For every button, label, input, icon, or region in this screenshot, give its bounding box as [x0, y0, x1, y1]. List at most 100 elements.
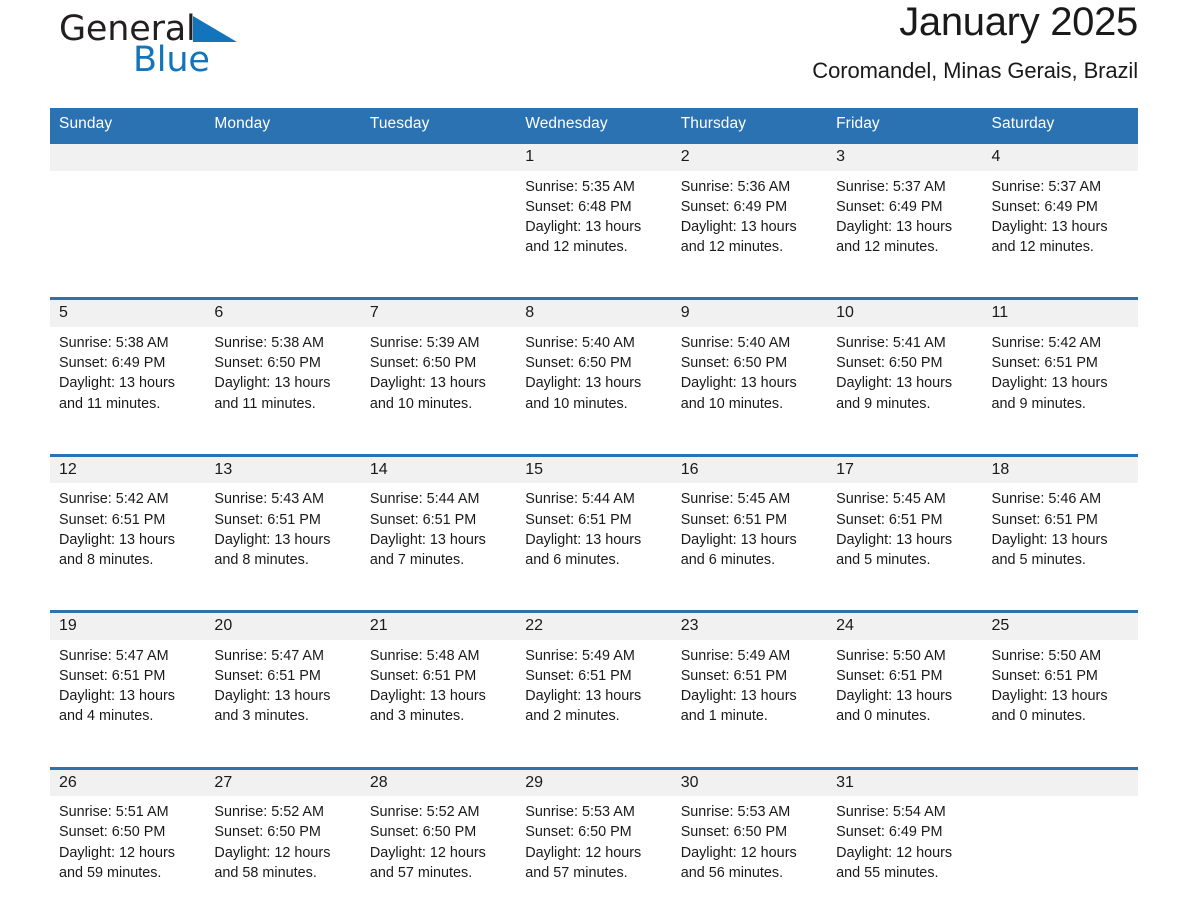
sunrise-text: Sunrise: 5:45 AM [680, 491, 791, 508]
daylight-text-line2: and 0 minutes. [991, 708, 1086, 725]
calendar-page: General Blue January 2025 Coromandel, Mi… [0, 0, 1188, 918]
calendar-day-cell[interactable]: 21 Sunrise: 5:48 AM Sunset: 6:51 PM Dayligh… [360, 610, 517, 739]
sunrise-text: Sunrise: 5:51 AM [59, 804, 169, 821]
day-details: Sunrise: 5:40 AM Sunset: 6:50 PM Daylight:… [516, 327, 671, 426]
sunset-text: Sunset: 6:51 PM [525, 511, 632, 528]
daylight-text-line1: Daylight: 13 hours [836, 688, 953, 705]
day-details: Sunrise: 5:35 AM Sunset: 6:48 PM Daylight:… [516, 171, 671, 270]
day-details: Sunrise: 5:53 AM Sunset: 6:50 PM Daylight:… [672, 796, 827, 895]
calendar-day-cell[interactable]: 18 Sunrise: 5:46 AM Sunset: 6:51 PM Dayligh… [982, 453, 1138, 583]
sunset-text: Sunset: 6:50 PM [214, 824, 321, 841]
calendar-day-cell[interactable]: 25 Sunrise: 5:50 AM Sunset: 6:51 PM Dayligh… [982, 610, 1138, 739]
daylight-text-line2: and 3 minutes. [214, 708, 309, 725]
daylight-text-line1: Daylight: 12 hours [59, 844, 175, 861]
daylight-text-line1: Daylight: 13 hours [525, 375, 642, 392]
sunset-text: Sunset: 6:51 PM [991, 511, 1098, 528]
sunrise-text: Sunrise: 5:41 AM [836, 335, 946, 351]
calendar-day-cell[interactable]: 27 Sunrise: 5:52 AM Sunset: 6:50 PM Dayligh… [205, 766, 361, 896]
calendar-week-row: 1 Sunrise: 5:35 AM Sunset: 6:48 PM Daylight… [50, 141, 1138, 270]
daylight-text-line2: and 56 minutes. [680, 864, 784, 881]
daylight-text-line2: and 10 minutes. [525, 395, 628, 412]
calendar-day-cell[interactable]: 17 Sunrise: 5:45 AM Sunset: 6:51 PM Dayligh… [827, 453, 983, 583]
sunrise-text: Sunrise: 5:35 AM [525, 178, 635, 195]
daylight-text-line2: and 6 minutes. [680, 552, 776, 569]
calendar-day-cell[interactable]: 8 Sunrise: 5:40 AM Sunset: 6:50 PM Daylight… [516, 297, 672, 426]
day-details: Sunrise: 5:52 AM Sunset: 6:50 PM Daylight:… [205, 796, 360, 895]
day-details: Sunrise: 5:46 AM Sunset: 6:51 PM Daylight:… [983, 483, 1138, 582]
sunrise-text: Sunrise: 5:49 AM [680, 647, 791, 664]
calendar-day-cell[interactable]: 14 Sunrise: 5:44 AM Sunset: 6:51 PM Dayligh… [360, 453, 517, 583]
day-number: 25 [982, 613, 1138, 640]
week-spacer-cell [50, 425, 1138, 456]
calendar-day-cell[interactable]: 22 Sunrise: 5:49 AM Sunset: 6:51 PM Dayligh… [516, 610, 672, 739]
sunset-text: Sunset: 6:50 PM [836, 355, 943, 372]
sunset-text: Sunset: 6:51 PM [836, 668, 943, 685]
day-details: Sunrise: 5:43 AM Sunset: 6:51 PM Daylight:… [205, 483, 360, 582]
daylight-text-line1: Daylight: 13 hours [214, 688, 331, 705]
daylight-text-line2: and 5 minutes. [991, 552, 1086, 569]
daylight-text-line1: Daylight: 13 hours [59, 375, 175, 392]
logo-text-general: General [59, 12, 237, 49]
calendar-day-cell[interactable]: 26 Sunrise: 5:51 AM Sunset: 6:50 PM Dayligh… [50, 766, 206, 896]
daylight-text-line1: Daylight: 13 hours [59, 688, 175, 705]
calendar-day-cell[interactable]: 4 Sunrise: 5:37 AM Sunset: 6:49 PM Daylight… [982, 141, 1138, 270]
calendar-day-cell[interactable]: 31 Sunrise: 5:54 AM Sunset: 6:49 PM Dayligh… [827, 766, 983, 896]
day-details: Sunrise: 5:42 AM Sunset: 6:51 PM Daylight:… [50, 483, 205, 582]
day-details: Sunrise: 5:37 AM Sunset: 6:49 PM Daylight:… [827, 171, 982, 270]
daylight-text-line2: and 6 minutes. [525, 552, 620, 569]
calendar-day-cell[interactable]: 1 Sunrise: 5:35 AM Sunset: 6:48 PM Daylight… [516, 141, 672, 270]
day-number: 19 [50, 613, 206, 640]
calendar-day-cell[interactable]: 19 Sunrise: 5:47 AM Sunset: 6:51 PM Dayligh… [50, 610, 206, 739]
day-details: Sunrise: 5:47 AM Sunset: 6:51 PM Daylight:… [205, 640, 360, 739]
calendar-day-cell[interactable]: 29 Sunrise: 5:53 AM Sunset: 6:50 PM Dayligh… [516, 766, 672, 896]
week-spacer [50, 425, 1138, 456]
calendar-day-cell[interactable]: 28 Sunrise: 5:52 AM Sunset: 6:50 PM Dayligh… [360, 766, 517, 896]
sunrise-text: Sunrise: 5:42 AM [59, 491, 169, 508]
sunrise-text: Sunrise: 5:38 AM [214, 335, 325, 351]
day-number: 22 [516, 613, 672, 640]
day-number: 15 [516, 456, 672, 484]
daylight-text-line1: Daylight: 13 hours [59, 531, 175, 548]
sunrise-text: Sunrise: 5:52 AM [369, 804, 480, 821]
calendar-day-cell[interactable]: 13 Sunrise: 5:43 AM Sunset: 6:51 PM Dayligh… [205, 453, 361, 583]
calendar-week-row: 12 Sunrise: 5:42 AM Sunset: 6:51 PM Dayligh… [50, 453, 1138, 583]
day-details: Sunrise: 5:45 AM Sunset: 6:51 PM Daylight:… [827, 483, 982, 582]
calendar-day-cell[interactable]: 24 Sunrise: 5:50 AM Sunset: 6:51 PM Dayligh… [827, 610, 983, 739]
daylight-text-line1: Daylight: 13 hours [680, 219, 797, 235]
calendar-day-cell[interactable]: 2 Sunrise: 5:36 AM Sunset: 6:49 PM Daylight… [671, 141, 828, 270]
sunset-text: Sunset: 6:50 PM [680, 824, 788, 841]
calendar-day-cell[interactable]: 12 Sunrise: 5:42 AM Sunset: 6:51 PM Dayligh… [50, 453, 206, 583]
daylight-text-line1: Daylight: 13 hours [991, 375, 1108, 392]
calendar-day-cell[interactable]: 6 Sunrise: 5:38 AM Sunset: 6:50 PM Daylight… [205, 297, 361, 426]
calendar-day-cell[interactable]: 30 Sunrise: 5:53 AM Sunset: 6:50 PM Dayligh… [671, 766, 828, 896]
calendar-day-cell[interactable]: 9 Sunrise: 5:40 AM Sunset: 6:50 PM Daylight… [671, 297, 828, 426]
calendar-week-row: 26 Sunrise: 5:51 AM Sunset: 6:50 PM Dayligh… [50, 766, 1138, 896]
day-number: 4 [982, 144, 1138, 171]
day-details: Sunrise: 5:49 AM Sunset: 6:51 PM Daylight:… [672, 640, 827, 739]
weekday-header-tuesday: Tuesday [360, 108, 517, 143]
calendar-day-cell[interactable]: 3 Sunrise: 5:37 AM Sunset: 6:49 PM Daylight… [827, 141, 983, 270]
day-number: 27 [205, 769, 361, 797]
sunrise-text: Sunrise: 5:44 AM [369, 491, 480, 508]
day-details: Sunrise: 5:51 AM Sunset: 6:50 PM Daylight:… [50, 796, 205, 895]
day-details: Sunrise: 5:47 AM Sunset: 6:51 PM Daylight:… [50, 640, 205, 739]
calendar-day-cell[interactable]: 15 Sunrise: 5:44 AM Sunset: 6:51 PM Dayligh… [516, 453, 672, 583]
calendar-day-cell[interactable]: 11 Sunrise: 5:42 AM Sunset: 6:51 PM Dayligh… [982, 297, 1138, 426]
calendar-day-cell[interactable]: 16 Sunrise: 5:45 AM Sunset: 6:51 PM Dayligh… [671, 453, 828, 583]
daylight-text-line2: and 9 minutes. [991, 395, 1086, 412]
sunrise-text: Sunrise: 5:36 AM [680, 178, 791, 195]
sunrise-text: Sunrise: 5:40 AM [680, 335, 791, 351]
calendar-day-cell[interactable]: 20 Sunrise: 5:47 AM Sunset: 6:51 PM Dayligh… [205, 610, 361, 739]
calendar-day-cell[interactable]: 5 Sunrise: 5:38 AM Sunset: 6:49 PM Daylight… [50, 297, 206, 426]
day-details: Sunrise: 5:38 AM Sunset: 6:49 PM Daylight:… [50, 327, 205, 426]
calendar-day-cell[interactable]: 7 Sunrise: 5:39 AM Sunset: 6:50 PM Daylight… [360, 297, 517, 426]
day-number: 3 [827, 144, 983, 171]
sunrise-text: Sunrise: 5:44 AM [525, 491, 635, 508]
day-details: Sunrise: 5:50 AM Sunset: 6:51 PM Daylight:… [827, 640, 982, 739]
calendar-head: Sunday Monday Tuesday Wednesday Thursday… [50, 108, 1138, 143]
calendar-day-cell[interactable]: 10 Sunrise: 5:41 AM Sunset: 6:50 PM Dayligh… [827, 297, 983, 426]
calendar-day-cell[interactable]: 23 Sunrise: 5:49 AM Sunset: 6:51 PM Dayligh… [671, 610, 828, 739]
weekday-header-friday: Friday [827, 108, 983, 143]
sunset-text: Sunset: 6:50 PM [59, 824, 166, 841]
daylight-text-line1: Daylight: 13 hours [525, 688, 642, 705]
